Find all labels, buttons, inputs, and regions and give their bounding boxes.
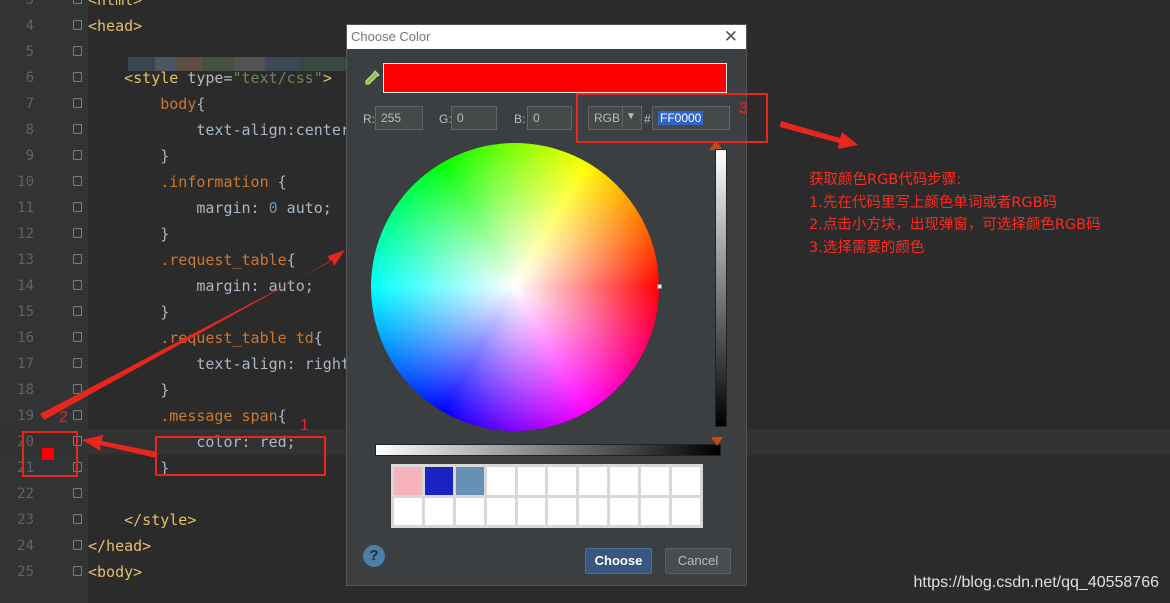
recent-color-swatch[interactable] [517, 467, 546, 495]
arrow-to-swatch [82, 435, 157, 458]
r-label: R: [363, 112, 375, 126]
recent-color-swatch[interactable] [610, 467, 639, 495]
recent-color-swatch[interactable] [486, 467, 515, 495]
close-icon[interactable]: ✕ [724, 27, 738, 47]
recent-color-swatch[interactable] [672, 497, 700, 525]
recent-color-swatch[interactable] [486, 497, 515, 525]
recent-color-swatch[interactable] [579, 497, 608, 525]
recent-color-swatch[interactable] [455, 497, 484, 525]
dialog-title: Choose Color [351, 29, 431, 44]
recent-color-swatch[interactable] [424, 467, 453, 495]
recent-color-swatch[interactable] [394, 497, 422, 525]
note-step-3: 3.选择需要的颜色 [809, 239, 925, 256]
red-input[interactable]: 255 [375, 106, 423, 130]
recent-color-swatch[interactable] [455, 467, 484, 495]
color-wheel-cursor[interactable] [657, 284, 662, 289]
annotation-number-2: 2 [59, 409, 68, 426]
recent-color-swatch[interactable] [610, 497, 639, 525]
green-input[interactable]: 0 [451, 106, 497, 130]
recent-colors-grid [391, 464, 703, 528]
note-step-1: 1.先在代码里写上颜色单词或者RGB码 [809, 194, 1058, 211]
b-label: B: [514, 112, 526, 126]
recent-color-swatch[interactable] [641, 467, 670, 495]
help-icon[interactable]: ? [363, 545, 385, 567]
eyedropper-icon[interactable] [363, 69, 381, 87]
recent-color-swatch[interactable] [424, 497, 453, 525]
arrow-to-dialog [40, 250, 345, 420]
recent-color-swatch[interactable] [548, 467, 577, 495]
watermark: https://blog.csdn.net/qq_40558766 [913, 574, 1159, 591]
recent-color-swatch[interactable] [394, 467, 422, 495]
dialog-titlebar[interactable]: Choose Color ✕ [347, 25, 746, 49]
opacity-marker[interactable] [711, 437, 723, 446]
recent-color-swatch[interactable] [672, 467, 700, 495]
g-label: G: [439, 112, 452, 126]
brightness-slider[interactable] [715, 149, 727, 427]
choose-button[interactable]: Choose [585, 548, 652, 574]
note-step-2: 2.点击小方块，出现弹窗，可选择颜色RGB码 [809, 217, 1101, 233]
recent-color-swatch[interactable] [548, 497, 577, 525]
annotation-box-swatch [22, 431, 78, 477]
blue-input[interactable]: 0 [527, 106, 572, 130]
opacity-slider[interactable] [375, 444, 721, 456]
recent-color-swatch[interactable] [641, 497, 670, 525]
recent-color-swatch[interactable] [517, 497, 546, 525]
arrow-to-note [780, 121, 858, 149]
color-wheel[interactable] [371, 143, 659, 431]
note-title: 获取颜色RGB代码步骤: [809, 172, 962, 188]
recent-color-swatch[interactable] [579, 467, 608, 495]
color-preview [383, 63, 727, 93]
annotation-number-3: 3 [739, 100, 748, 117]
annotation-box-code [155, 436, 326, 476]
cancel-button[interactable]: Cancel [665, 548, 731, 574]
annotation-number-1: 1 [300, 417, 309, 434]
instruction-note: 获取颜色RGB代码步骤: 1.先在代码里写上颜色单词或者RGB码 2.点击小方块… [809, 169, 1101, 259]
